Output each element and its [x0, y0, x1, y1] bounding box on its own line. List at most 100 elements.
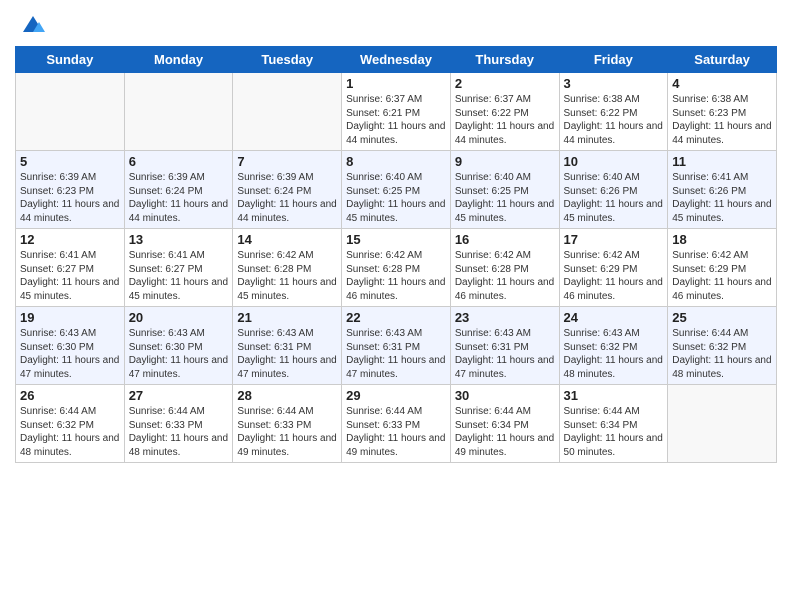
calendar-cell: 14 Sunrise: 6:42 AM Sunset: 6:28 PM Dayli…	[233, 229, 342, 307]
calendar-cell: 12 Sunrise: 6:41 AM Sunset: 6:27 PM Dayli…	[16, 229, 125, 307]
day-info: Sunrise: 6:43 AM Sunset: 6:31 PM Dayligh…	[237, 327, 337, 381]
calendar-header-wednesday: Wednesday	[342, 47, 451, 73]
calendar-table: SundayMondayTuesdayWednesdayThursdayFrid…	[15, 46, 777, 463]
calendar-cell: 1 Sunrise: 6:37 AM Sunset: 6:21 PM Daylig…	[342, 73, 451, 151]
day-number: 11	[672, 154, 772, 169]
day-info: Sunrise: 6:40 AM Sunset: 6:26 PM Dayligh…	[564, 171, 664, 225]
day-info: Sunrise: 6:38 AM Sunset: 6:22 PM Dayligh…	[564, 93, 664, 147]
logo	[15, 10, 47, 38]
day-number: 10	[564, 154, 664, 169]
calendar-cell: 4Sunrise: 6:38 AM Sunset: 6:23 PM Daylig…	[668, 73, 777, 151]
day-number: 29	[346, 388, 446, 403]
calendar-week-row: 26 Sunrise: 6:44 AM Sunset: 6:32 PM Dayli…	[16, 385, 777, 463]
calendar-cell: 20 Sunrise: 6:43 AM Sunset: 6:30 PM Dayli…	[124, 307, 233, 385]
day-info: Sunrise: 6:41 AM Sunset: 6:26 PM Dayligh…	[672, 171, 772, 225]
day-info: Sunrise: 6:39 AM Sunset: 6:24 PM Dayligh…	[237, 171, 337, 225]
day-info: Sunrise: 6:37 AM Sunset: 6:22 PM Dayligh…	[455, 93, 555, 147]
calendar-cell: 22 Sunrise: 6:43 AM Sunset: 6:31 PM Dayli…	[342, 307, 451, 385]
day-number: 17	[564, 232, 664, 247]
calendar-cell: 8 Sunrise: 6:40 AM Sunset: 6:25 PM Daylig…	[342, 151, 451, 229]
calendar-cell: 9 Sunrise: 6:40 AM Sunset: 6:25 PM Daylig…	[450, 151, 559, 229]
day-number: 31	[564, 388, 664, 403]
day-info: Sunrise: 6:37 AM Sunset: 6:21 PM Dayligh…	[346, 93, 446, 147]
day-number: 2	[455, 76, 555, 91]
calendar-cell: 11 Sunrise: 6:41 AM Sunset: 6:26 PM Dayli…	[668, 151, 777, 229]
day-number: 13	[129, 232, 229, 247]
calendar-cell: 25 Sunrise: 6:44 AM Sunset: 6:32 PM Dayli…	[668, 307, 777, 385]
calendar-cell: 29 Sunrise: 6:44 AM Sunset: 6:33 PM Dayli…	[342, 385, 451, 463]
day-info: Sunrise: 6:44 AM Sunset: 6:32 PM Dayligh…	[672, 327, 772, 381]
calendar-header-thursday: Thursday	[450, 47, 559, 73]
calendar-cell: 2 Sunrise: 6:37 AM Sunset: 6:22 PM Daylig…	[450, 73, 559, 151]
day-number: 26	[20, 388, 120, 403]
day-info: Sunrise: 6:41 AM Sunset: 6:27 PM Dayligh…	[129, 249, 229, 303]
day-info: Sunrise: 6:44 AM Sunset: 6:32 PM Dayligh…	[20, 405, 120, 459]
day-info: Sunrise: 6:42 AM Sunset: 6:29 PM Dayligh…	[672, 249, 772, 303]
day-number: 9	[455, 154, 555, 169]
calendar-cell: 3 Sunrise: 6:38 AM Sunset: 6:22 PM Daylig…	[559, 73, 668, 151]
page: SundayMondayTuesdayWednesdayThursdayFrid…	[0, 0, 792, 612]
calendar-cell: 7 Sunrise: 6:39 AM Sunset: 6:24 PM Daylig…	[233, 151, 342, 229]
calendar-week-row: 12 Sunrise: 6:41 AM Sunset: 6:27 PM Dayli…	[16, 229, 777, 307]
day-number: 30	[455, 388, 555, 403]
day-number: 12	[20, 232, 120, 247]
day-number: 23	[455, 310, 555, 325]
day-info: Sunrise: 6:43 AM Sunset: 6:31 PM Dayligh…	[455, 327, 555, 381]
day-number: 27	[129, 388, 229, 403]
day-number: 1	[346, 76, 446, 91]
day-info: Sunrise: 6:42 AM Sunset: 6:28 PM Dayligh…	[237, 249, 337, 303]
day-number: 28	[237, 388, 337, 403]
calendar-cell: 18Sunrise: 6:42 AM Sunset: 6:29 PM Dayli…	[668, 229, 777, 307]
calendar-cell: 21Sunrise: 6:43 AM Sunset: 6:31 PM Dayli…	[233, 307, 342, 385]
calendar-header-tuesday: Tuesday	[233, 47, 342, 73]
calendar-cell	[668, 385, 777, 463]
calendar-week-row: 1 Sunrise: 6:37 AM Sunset: 6:21 PM Daylig…	[16, 73, 777, 151]
day-info: Sunrise: 6:43 AM Sunset: 6:30 PM Dayligh…	[20, 327, 120, 381]
day-info: Sunrise: 6:39 AM Sunset: 6:24 PM Dayligh…	[129, 171, 229, 225]
calendar-cell: 28 Sunrise: 6:44 AM Sunset: 6:33 PM Dayli…	[233, 385, 342, 463]
day-number: 24	[564, 310, 664, 325]
day-info: Sunrise: 6:39 AM Sunset: 6:23 PM Dayligh…	[20, 171, 120, 225]
day-number: 5	[20, 154, 120, 169]
calendar-cell: 30Sunrise: 6:44 AM Sunset: 6:34 PM Dayli…	[450, 385, 559, 463]
calendar-cell: 24 Sunrise: 6:43 AM Sunset: 6:32 PM Dayli…	[559, 307, 668, 385]
day-number: 22	[346, 310, 446, 325]
calendar-cell: 5 Sunrise: 6:39 AM Sunset: 6:23 PM Daylig…	[16, 151, 125, 229]
calendar-cell	[124, 73, 233, 151]
day-number: 14	[237, 232, 337, 247]
calendar-week-row: 5 Sunrise: 6:39 AM Sunset: 6:23 PM Daylig…	[16, 151, 777, 229]
day-info: Sunrise: 6:40 AM Sunset: 6:25 PM Dayligh…	[346, 171, 446, 225]
day-number: 4	[672, 76, 772, 91]
calendar-cell: 23 Sunrise: 6:43 AM Sunset: 6:31 PM Dayli…	[450, 307, 559, 385]
day-info: Sunrise: 6:41 AM Sunset: 6:27 PM Dayligh…	[20, 249, 120, 303]
day-info: Sunrise: 6:44 AM Sunset: 6:33 PM Dayligh…	[346, 405, 446, 459]
logo-icon	[19, 10, 47, 38]
day-info: Sunrise: 6:44 AM Sunset: 6:34 PM Dayligh…	[564, 405, 664, 459]
day-number: 25	[672, 310, 772, 325]
calendar-cell: 16Sunrise: 6:42 AM Sunset: 6:28 PM Dayli…	[450, 229, 559, 307]
calendar-cell: 10 Sunrise: 6:40 AM Sunset: 6:26 PM Dayli…	[559, 151, 668, 229]
header	[15, 10, 777, 38]
calendar-header-monday: Monday	[124, 47, 233, 73]
day-info: Sunrise: 6:42 AM Sunset: 6:28 PM Dayligh…	[455, 249, 555, 303]
calendar-cell: 15Sunrise: 6:42 AM Sunset: 6:28 PM Dayli…	[342, 229, 451, 307]
day-info: Sunrise: 6:44 AM Sunset: 6:33 PM Dayligh…	[129, 405, 229, 459]
calendar-cell: 31 Sunrise: 6:44 AM Sunset: 6:34 PM Dayli…	[559, 385, 668, 463]
calendar-cell	[16, 73, 125, 151]
day-number: 20	[129, 310, 229, 325]
day-info: Sunrise: 6:40 AM Sunset: 6:25 PM Dayligh…	[455, 171, 555, 225]
calendar-cell: 13 Sunrise: 6:41 AM Sunset: 6:27 PM Dayli…	[124, 229, 233, 307]
day-info: Sunrise: 6:43 AM Sunset: 6:32 PM Dayligh…	[564, 327, 664, 381]
day-info: Sunrise: 6:43 AM Sunset: 6:31 PM Dayligh…	[346, 327, 446, 381]
day-number: 7	[237, 154, 337, 169]
calendar-header-sunday: Sunday	[16, 47, 125, 73]
calendar-header-saturday: Saturday	[668, 47, 777, 73]
day-info: Sunrise: 6:42 AM Sunset: 6:28 PM Dayligh…	[346, 249, 446, 303]
day-info: Sunrise: 6:43 AM Sunset: 6:30 PM Dayligh…	[129, 327, 229, 381]
day-number: 8	[346, 154, 446, 169]
day-number: 6	[129, 154, 229, 169]
day-number: 3	[564, 76, 664, 91]
calendar-header-row: SundayMondayTuesdayWednesdayThursdayFrid…	[16, 47, 777, 73]
day-info: Sunrise: 6:44 AM Sunset: 6:33 PM Dayligh…	[237, 405, 337, 459]
calendar-cell	[233, 73, 342, 151]
